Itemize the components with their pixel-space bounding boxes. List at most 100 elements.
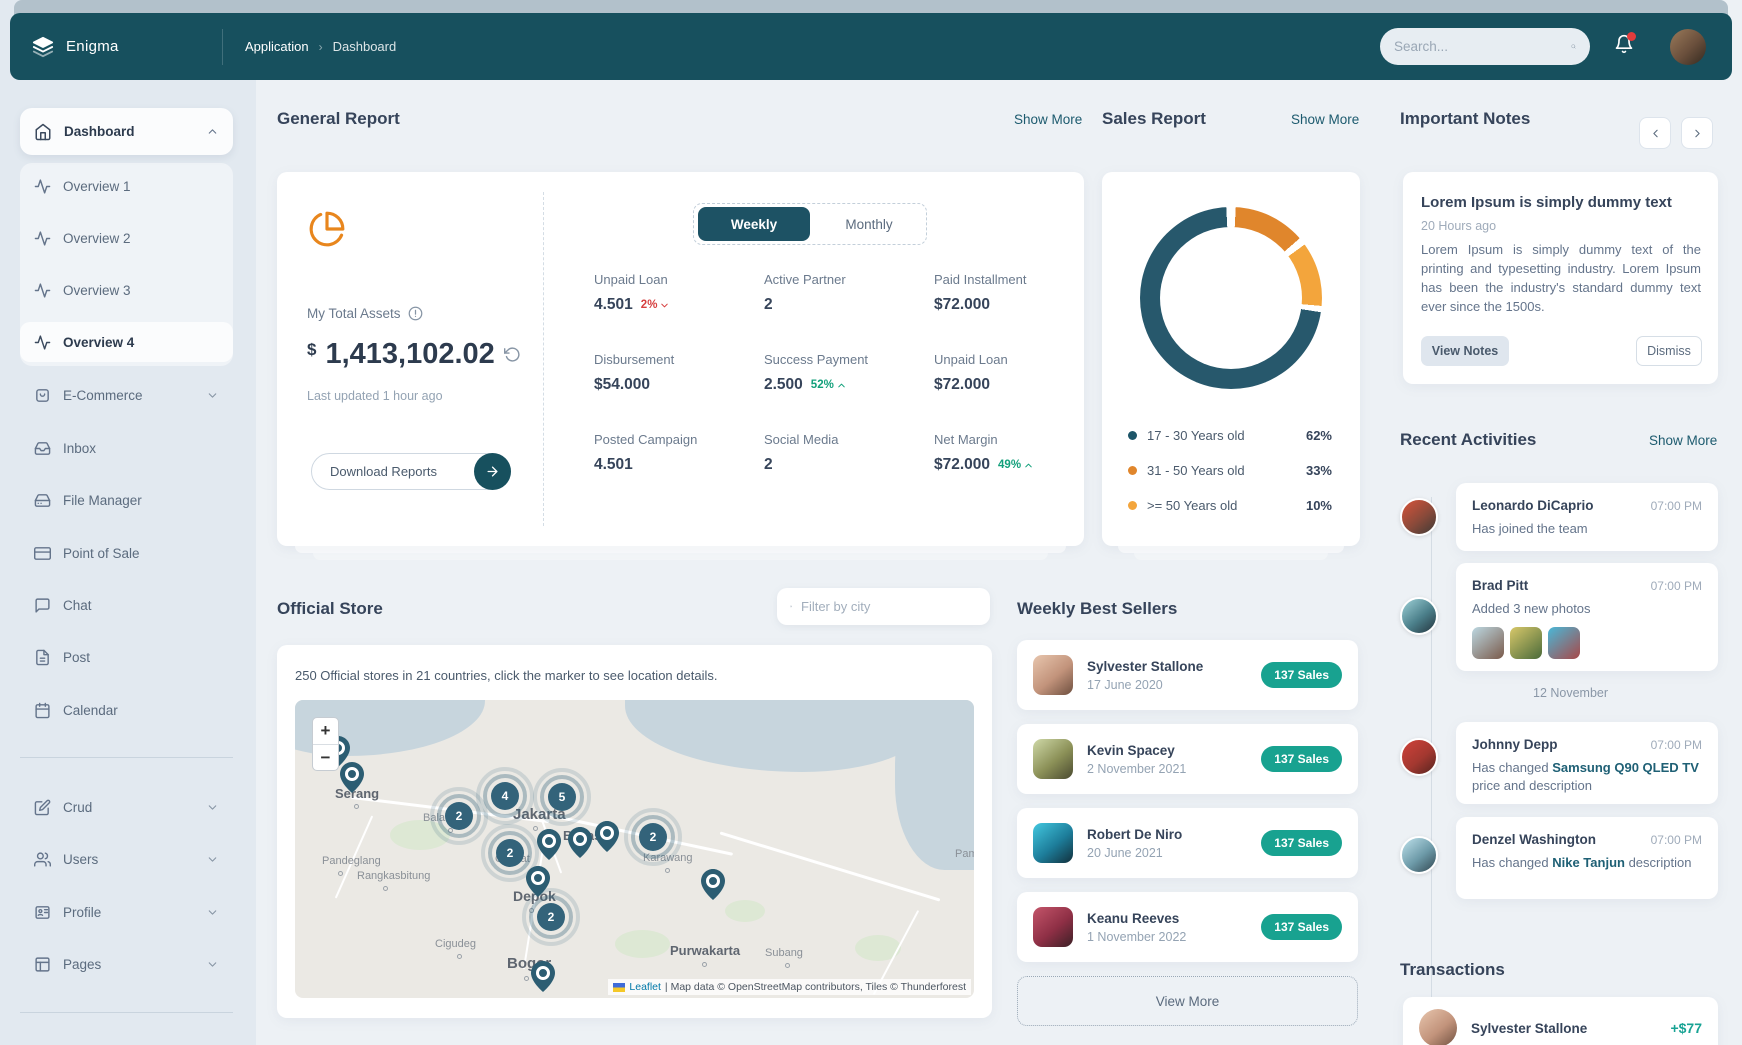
stat-unpaid-loan-2: Unpaid Loan $72.000 [934, 352, 1099, 394]
map-cluster-marker[interactable]: 4 [491, 782, 519, 810]
brand[interactable]: Enigma [10, 36, 222, 58]
search-icon[interactable] [1571, 38, 1576, 55]
activity-card: Johnny Depp 07:00 PM Has changed Samsung… [1456, 722, 1718, 804]
breadcrumb-application[interactable]: Application [245, 39, 309, 54]
map-cluster-marker[interactable]: 2 [537, 903, 565, 931]
activity-card: Leonardo DiCaprio 07:00 PM Has joined th… [1456, 483, 1718, 551]
card-stack-strip [313, 553, 1048, 560]
product-link[interactable]: Samsung Q90 QLED TV [1552, 760, 1699, 775]
stat-net-margin: Net Margin $72.000 49% [934, 432, 1099, 474]
user-avatar[interactable] [1670, 29, 1706, 65]
brand-name: Enigma [66, 38, 119, 55]
sidebar-item-e-commerce[interactable]: E-Commerce [20, 375, 233, 415]
zoom-in-button[interactable]: + [313, 718, 338, 744]
sidebar-item-inbox[interactable]: Inbox [20, 428, 233, 468]
sidebar-item-overview-3[interactable]: Overview 3 [20, 270, 233, 310]
map-pin-marker[interactable] [701, 869, 725, 900]
sidebar-item-profile[interactable]: Profile [20, 892, 233, 932]
topbar: Enigma Application › Dashboard [10, 13, 1732, 80]
sidebar-item-chat[interactable]: Chat [20, 585, 233, 625]
map-cluster-marker[interactable]: 2 [639, 823, 667, 851]
legend-dot [1128, 501, 1137, 510]
trend-down-badge[interactable]: 2% [641, 299, 671, 311]
view-more-button[interactable]: View More [1017, 976, 1358, 1026]
age-donut-chart[interactable] [1140, 207, 1322, 389]
info-icon[interactable] [408, 306, 423, 321]
view-notes-button[interactable]: View Notes [1421, 336, 1509, 366]
chevron-down-icon [206, 906, 219, 919]
recent-activities-title: Recent Activities [1400, 430, 1536, 450]
legend-31-50: 31 - 50 Years old 33% [1128, 463, 1332, 478]
sidebar-item-overview-4[interactable]: Overview 4 [20, 322, 233, 362]
monthly-tab[interactable]: Monthly [814, 217, 924, 232]
seller-name: Sylvester Stallone [1087, 659, 1203, 674]
stat-posted-campaign: Posted Campaign 4.501 [594, 432, 759, 474]
sidebar-item-file-manager[interactable]: File Manager [20, 480, 233, 520]
seller-row[interactable]: Sylvester Stallone 17 June 2020 137 Sale… [1017, 640, 1358, 710]
seller-row[interactable]: Keanu Reeves 1 November 2022 137 Sales [1017, 892, 1358, 962]
activity-icon [34, 178, 51, 195]
notes-next-button[interactable] [1681, 117, 1713, 149]
zoom-out-button[interactable]: − [313, 744, 338, 770]
map-pin-marker[interactable] [531, 961, 555, 992]
filter-by-city-input[interactable] [801, 599, 977, 614]
dismiss-button[interactable]: Dismiss [1636, 336, 1702, 366]
photo-thumbnail[interactable] [1548, 627, 1580, 659]
sidebar-item-overview-2[interactable]: Overview 2 [20, 218, 233, 258]
sidebar-item-dashboard[interactable]: Dashboard [20, 108, 233, 155]
sidebar-item-point-of-sale[interactable]: Point of Sale [20, 533, 233, 573]
stat-disbursement: Disbursement $54.000 [594, 352, 759, 394]
map-pin-marker[interactable] [340, 762, 364, 793]
map-pin-marker[interactable] [595, 821, 619, 852]
sidebar-item-pages[interactable]: Pages [20, 944, 233, 984]
activity-icon [34, 230, 51, 247]
avatar [1400, 498, 1438, 536]
product-link[interactable]: Nike Tanjun [1552, 855, 1625, 870]
sidebar-item-calendar[interactable]: Calendar [20, 690, 233, 730]
best-sellers-title: Weekly Best Sellers [1017, 599, 1177, 619]
sidebar-divider [20, 1012, 233, 1013]
leaflet-map[interactable]: Serang Balaraja Jakarta Bekasi Karawang … [295, 700, 974, 998]
village-dot [457, 954, 462, 959]
notifications-button[interactable] [1614, 34, 1634, 59]
trend-up-badge[interactable]: 52% [811, 379, 847, 391]
leaflet-link[interactable]: Leaflet [629, 981, 661, 993]
village-dot [665, 868, 670, 873]
home-icon [34, 123, 52, 141]
notes-prev-button[interactable] [1639, 117, 1671, 149]
map-cluster-marker[interactable]: 5 [548, 783, 576, 811]
village-dot [785, 963, 790, 968]
map-pin-marker[interactable] [537, 829, 561, 860]
map-cluster-marker[interactable]: 2 [445, 802, 473, 830]
download-arrow-button[interactable] [474, 453, 511, 490]
sidebar-item-post[interactable]: Post [20, 637, 233, 677]
general-report-show-more[interactable]: Show More [1014, 112, 1082, 127]
sidebar-item-label: Chat [63, 598, 92, 613]
transaction-row[interactable]: Sylvester Stallone +$77 [1403, 997, 1718, 1045]
photo-thumbnail[interactable] [1472, 627, 1504, 659]
activity-text: Added 3 new photos [1472, 600, 1702, 618]
seller-date: 17 June 2020 [1087, 678, 1203, 692]
map-pin-marker[interactable] [568, 827, 592, 858]
sales-report-show-more[interactable]: Show More [1291, 112, 1359, 127]
activity-name: Johnny Depp [1472, 737, 1558, 752]
chevron-down-icon [206, 958, 219, 971]
sidebar-item-crud[interactable]: Crud [20, 787, 233, 827]
activities-show-more[interactable]: Show More [1649, 433, 1717, 448]
trend-up-badge[interactable]: 49% [998, 459, 1034, 471]
sidebar-item-overview-1[interactable]: Overview 1 [20, 166, 233, 206]
seller-row[interactable]: Kevin Spacey 2 November 2021 137 Sales [1017, 724, 1358, 794]
photo-thumbnail[interactable] [1510, 627, 1542, 659]
activity-icon [34, 282, 51, 299]
map-pin-marker[interactable] [526, 866, 550, 897]
search-input[interactable] [1394, 39, 1571, 54]
seller-row[interactable]: Robert De Niro 20 June 2021 137 Sales [1017, 808, 1358, 878]
activity-text: Has changed Nike Tanjun description [1472, 854, 1702, 872]
breadcrumb-dashboard[interactable]: Dashboard [333, 39, 397, 54]
refresh-icon[interactable] [504, 346, 521, 363]
layers-logo-icon [32, 36, 54, 58]
map-cluster-marker[interactable]: 2 [496, 839, 524, 867]
weekly-tab[interactable]: Weekly [698, 207, 810, 241]
sidebar-item-users[interactable]: Users [20, 839, 233, 879]
enigma-dashboard: Enigma Application › Dashboard Dashbo [0, 0, 1742, 1045]
